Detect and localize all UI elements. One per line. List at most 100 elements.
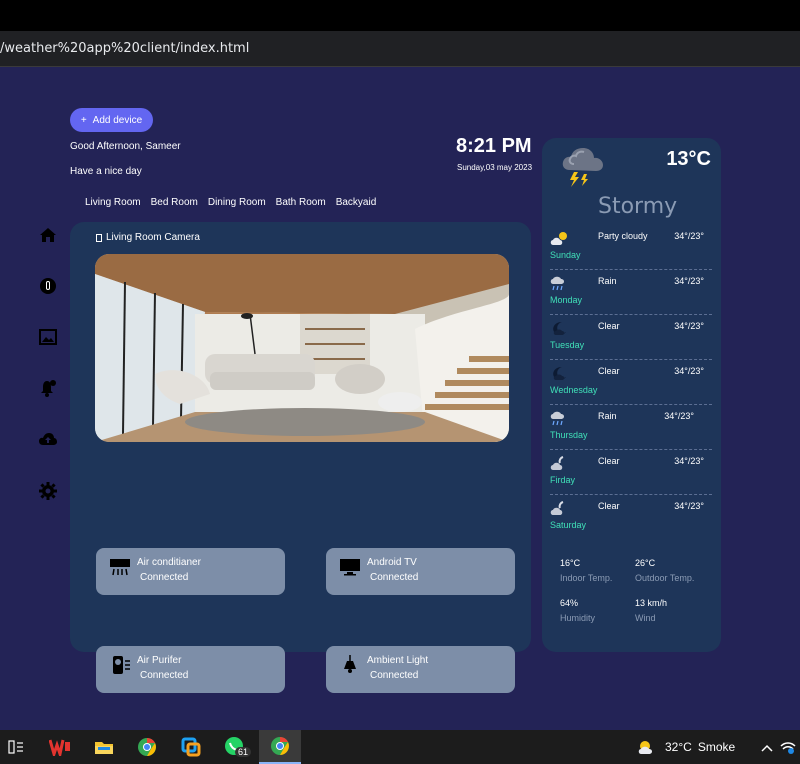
network-icon[interactable] (776, 736, 800, 760)
whatsapp-badge: 61 (235, 747, 252, 757)
camera-icon (96, 233, 102, 242)
greeting-text: Good Afternoon, Sameer (70, 141, 181, 152)
forecast-temp: 34°/23° (674, 231, 704, 241)
forecast-temp: 34°/23° (664, 411, 694, 421)
device-name: Air conditianer (137, 557, 201, 568)
device-name: Android TV (367, 557, 417, 568)
device-status: Connected (140, 572, 189, 583)
forecast-row: Party cloudy 34°/23° Sunday (550, 228, 712, 270)
forecast-desc: Clear (598, 321, 620, 331)
stat-label: Outdoor Temp. (635, 573, 695, 583)
clock-time: 8:21 PM (456, 135, 532, 157)
forecast-temp: 34°/23° (674, 456, 704, 466)
home-icon[interactable] (38, 225, 58, 245)
tab-living-room[interactable]: Living Room (85, 197, 141, 208)
tab-bed-room[interactable]: Bed Room (151, 197, 198, 208)
whatsapp-icon[interactable]: 61 (223, 735, 252, 759)
forecast-row: Clear 34°/23° Firday (550, 453, 712, 495)
chrome-active-icon[interactable] (259, 730, 301, 764)
rain-icon (550, 411, 564, 426)
stat-value: 64% (560, 598, 579, 608)
device-card-android-tv[interactable]: Android TV Connected (326, 548, 515, 595)
device-name: Ambient Light (367, 655, 429, 666)
forecast-temp: 34°/23° (674, 321, 704, 331)
forecast-temp: 34°/23° (674, 276, 704, 286)
stat-value: 26°C (635, 558, 656, 568)
stat-value: 13 km/h (635, 598, 668, 608)
wps-office-icon[interactable] (48, 735, 72, 759)
air-conditioner-icon (108, 556, 132, 578)
indoor-temp-stat: 16°C Indoor Temp. (560, 558, 612, 583)
camera-title: Living Room Camera (96, 232, 200, 243)
partly-cloudy-icon (550, 232, 567, 245)
clear-night-icon (553, 322, 566, 335)
tab-bath-room[interactable]: Bath Room (276, 197, 326, 208)
add-device-button[interactable]: + Add device (70, 108, 153, 132)
file-explorer-icon[interactable] (92, 735, 116, 759)
add-device-label: Add device (92, 114, 143, 126)
forecast-desc: Rain (598, 411, 617, 421)
room-panel: Living Room Camera Air conditianer Conne… (70, 222, 531, 693)
forecast-row: Clear 34°/23° Tuesday (550, 318, 712, 360)
taskbar-weather[interactable]: 32°C Smoke (637, 739, 735, 755)
window-titlebar (0, 0, 800, 31)
subtitle-text: Have a nice day (70, 166, 142, 177)
address-bar[interactable]: /weather%20app%20client/index.html (0, 31, 800, 67)
tab-dining-room[interactable]: Dining Room (208, 197, 266, 208)
power-icon[interactable] (38, 276, 58, 296)
forecast-day: Sunday (550, 250, 581, 260)
forecast-desc: Clear (598, 456, 620, 466)
storm-icon (560, 144, 606, 193)
forecast-day: Tuesday (550, 340, 585, 350)
camera-feed[interactable] (95, 254, 509, 442)
weather-panel: 13°C Stormy Party cloudy 34°/23° Sunday … (542, 138, 721, 652)
bell-icon[interactable] (38, 378, 58, 398)
settings-icon[interactable] (38, 481, 58, 501)
stat-label: Humidity (560, 613, 596, 623)
humidity-stat: 64% Humidity (560, 598, 595, 623)
device-status: Connected (370, 670, 419, 681)
stat-label: Wind (635, 613, 656, 623)
clear-night-icon (553, 367, 566, 380)
current-temperature: 13°C (666, 148, 711, 170)
plus-icon: + (80, 114, 87, 126)
url-text[interactable]: /weather%20app%20client/index.html (0, 41, 249, 56)
haze-icon (638, 741, 652, 754)
forecast-day: Wednesday (550, 385, 598, 395)
forecast-desc: Party cloudy (598, 231, 648, 241)
forecast-day: Saturday (550, 520, 587, 530)
forecast-row: Clear 34°/23° Saturday (550, 498, 712, 540)
image-icon[interactable] (38, 327, 58, 347)
cloud-icon[interactable] (38, 429, 58, 449)
device-card-air-conditioner[interactable]: Air conditianer Connected (96, 548, 285, 595)
forecast-row: Rain 34°/23° Monday (550, 273, 712, 315)
device-card-air-purifier[interactable]: Air Purifer Connected (96, 646, 285, 693)
device-name: Air Purifer (137, 655, 182, 666)
forecast-temp: 34°/23° (674, 501, 704, 511)
room-tabs: Living Room Bed Room Dining Room Bath Ro… (85, 197, 376, 208)
forecast-temp: 34°/23° (674, 366, 704, 376)
device-status: Connected (370, 572, 419, 583)
air-purifier-icon (108, 654, 132, 676)
forecast-desc: Clear (598, 501, 620, 511)
device-card-ambient-light[interactable]: Ambient Light Connected (326, 646, 515, 693)
lamp-icon (338, 654, 362, 676)
rain-icon (550, 276, 564, 291)
forecast-desc: Rain (598, 276, 617, 286)
forecast-row: Rain 34°/23° Thursday (550, 408, 712, 450)
stat-value: 16°C (560, 558, 581, 568)
stat-label: Indoor Temp. (560, 573, 613, 583)
forecast-row: Clear 34°/23° Wednesday (550, 363, 712, 405)
tv-icon (338, 556, 362, 578)
cloudy-night-icon (550, 456, 564, 470)
chrome-icon[interactable] (135, 735, 159, 759)
task-view-icon[interactable] (4, 735, 28, 759)
clock-date: Sunday,03 may 2023 (457, 163, 533, 172)
dashboard-page: + Add device Good Afternoon, Sameer Have… (0, 67, 800, 730)
camera-title-text: Living Room Camera (106, 232, 200, 243)
forecast-day: Monday (550, 295, 583, 305)
tab-backyard[interactable]: Backyaid (336, 197, 377, 208)
taskbar-weather-temp: 32°C (665, 740, 692, 754)
taskbar: 61 32°C Smoke (0, 730, 800, 764)
app-icon[interactable] (179, 735, 203, 759)
